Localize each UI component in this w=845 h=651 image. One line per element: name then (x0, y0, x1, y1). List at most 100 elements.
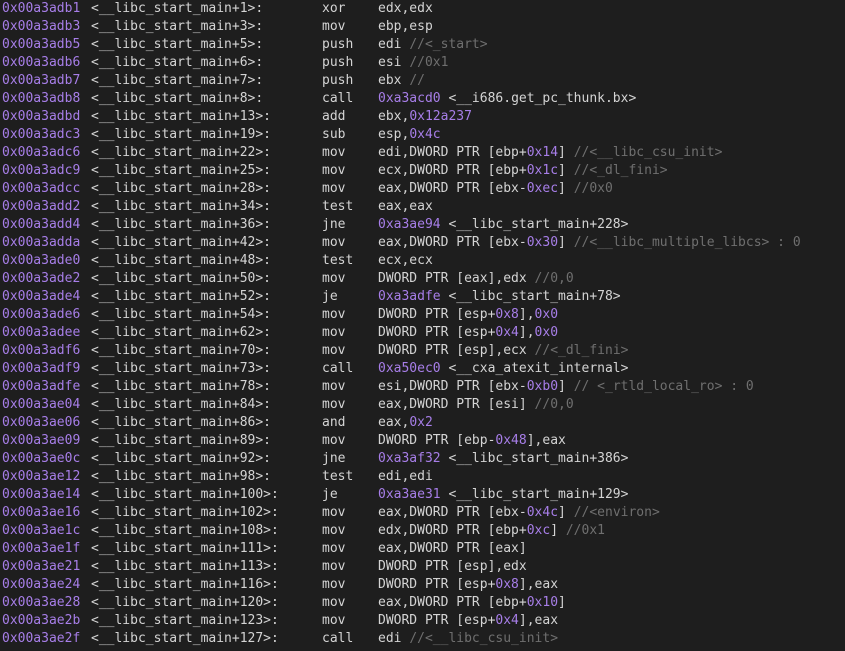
symbol-offset: <__libc_start_main+42>: (91, 235, 272, 250)
symbol-offset: <__libc_start_main+7>: (91, 73, 264, 88)
instruction-row[interactable]: 0x00a3ae06 <__libc_start_main+86>: and eax,… (0, 414, 845, 432)
operand-text: DWORD PTR [esp+ (378, 325, 496, 340)
instruction-address: 0x00a3adc3 (2, 127, 81, 142)
symbol-offset: <__libc_start_main+13>: (91, 109, 272, 124)
operand-number: 0x12a237 (409, 109, 472, 124)
instruction-address: 0x00a3adb5 (2, 37, 81, 52)
symbol-offset: <__libc_start_main+89>: (91, 433, 272, 448)
operands: 0xa3af32 <__libc_start_main+386> (378, 450, 628, 468)
instruction-row[interactable]: 0x00a3adda <__libc_start_main+42>: mov eax,… (0, 234, 845, 252)
operands: 0xa50ec0 <__cxa_atexit_internal> (378, 360, 628, 378)
operand-comment: //0x1 (409, 55, 449, 70)
instruction-row[interactable]: 0x00a3ae1c <__libc_start_main+108>: mov edx… (0, 522, 845, 540)
operands: ebx // (378, 72, 425, 90)
instruction-address: 0x00a3adda (2, 235, 81, 250)
instruction-row[interactable]: 0x00a3ae12 <__libc_start_main+98>: test edi… (0, 468, 845, 486)
instruction-row[interactable]: 0x00a3ae2b <__libc_start_main+123>: mov DWO… (0, 612, 845, 630)
operand-number: 0xa3af32 (378, 451, 441, 466)
mnemonic: mov (322, 235, 346, 250)
operand-comment: //0,0 (534, 397, 574, 412)
mnemonic: push (322, 55, 354, 70)
mnemonic: mov (322, 577, 346, 592)
operands: 0xa3ae31 <__libc_start_main+129> (378, 486, 628, 504)
symbol-offset: <__libc_start_main+28>: (91, 181, 272, 196)
instruction-row[interactable]: 0x00a3ae21 <__libc_start_main+113>: mov DWO… (0, 558, 845, 576)
mnemonic: call (322, 361, 354, 376)
instruction-address: 0x00a3ade6 (2, 307, 81, 322)
symbol-offset: <__libc_start_main+113>: (91, 559, 279, 574)
symbol-offset: <__libc_start_main+100>: (91, 487, 279, 502)
operand-comment: //<__libc_multiple_libcs> : 0 (573, 235, 801, 250)
operand-number: 0xec (526, 181, 559, 196)
mnemonic: mov (322, 397, 346, 412)
instruction-row[interactable]: 0x00a3ae14 <__libc_start_main+100>: je 0xa3… (0, 486, 845, 504)
instruction-row[interactable]: 0x00a3adb3 <__libc_start_main+3>: mov ebp,e… (0, 18, 845, 36)
mnemonic: mov (322, 181, 346, 196)
operands: DWORD PTR [eax],edx //0,0 (378, 270, 574, 288)
instruction-row[interactable]: 0x00a3ade2 <__libc_start_main+50>: mov DWOR… (0, 270, 845, 288)
operand-number: 0xa50ec0 (378, 361, 441, 376)
instruction-row[interactable]: 0x00a3ade4 <__libc_start_main+52>: je 0xa3a… (0, 288, 845, 306)
instruction-row[interactable]: 0x00a3adc6 <__libc_start_main+22>: mov edi,… (0, 144, 845, 162)
disassembly-view: 0x00a3adb1 <__libc_start_main+1>: xor edx,e… (0, 0, 845, 651)
mnemonic: mov (322, 559, 346, 574)
operands: edi //<_start> (378, 36, 488, 54)
instruction-row[interactable]: 0x00a3ae2f <__libc_start_main+127>: call ed… (0, 630, 845, 648)
instruction-row[interactable]: 0x00a3add2 <__libc_start_main+34>: test eax… (0, 198, 845, 216)
operands: esi //0x1 (378, 54, 448, 72)
symbol-offset: <__libc_start_main+52>: (91, 289, 272, 304)
instruction-row[interactable]: 0x00a3adcc <__libc_start_main+28>: mov eax,… (0, 180, 845, 198)
mnemonic: mov (322, 379, 346, 394)
operand-text: DWORD PTR [ebp- (378, 433, 496, 448)
operand-number: 0x4c (526, 505, 559, 520)
instruction-row[interactable]: 0x00a3adee <__libc_start_main+62>: mov DWOR… (0, 324, 845, 342)
instruction-row[interactable]: 0x00a3ae16 <__libc_start_main+102>: mov eax… (0, 504, 845, 522)
symbol-offset: <__libc_start_main+78>: (91, 379, 272, 394)
instruction-row[interactable]: 0x00a3ae24 <__libc_start_main+116>: mov DWO… (0, 576, 845, 594)
instruction-row[interactable]: 0x00a3adf6 <__libc_start_main+70>: mov DWOR… (0, 342, 845, 360)
instruction-address: 0x00a3adcc (2, 181, 81, 196)
instruction-row[interactable]: 0x00a3adbd <__libc_start_main+13>: add ebx,… (0, 108, 845, 126)
symbol-offset: <__libc_start_main+116>: (91, 577, 279, 592)
symbol-offset: <__libc_start_main+111>: (91, 541, 279, 556)
symbol-offset: <__libc_start_main+120>: (91, 595, 279, 610)
operands: DWORD PTR [esp+0x8],eax (378, 576, 558, 594)
instruction-row[interactable]: 0x00a3ae09 <__libc_start_main+89>: mov DWOR… (0, 432, 845, 450)
instruction-row[interactable]: 0x00a3adc3 <__libc_start_main+19>: sub esp,… (0, 126, 845, 144)
symbol-offset: <__libc_start_main+108>: (91, 523, 279, 538)
instruction-row[interactable]: 0x00a3add4 <__libc_start_main+36>: jne 0xa3… (0, 216, 845, 234)
mnemonic: je (322, 289, 338, 304)
instruction-row[interactable]: 0x00a3adfe <__libc_start_main+78>: mov esi,… (0, 378, 845, 396)
instruction-row[interactable]: 0x00a3adb5 <__libc_start_main+5>: push edi … (0, 36, 845, 54)
instruction-row[interactable]: 0x00a3adc9 <__libc_start_main+25>: mov ecx,… (0, 162, 845, 180)
instruction-row[interactable]: 0x00a3ae1f <__libc_start_main+111>: mov eax… (0, 540, 845, 558)
instruction-row[interactable]: 0x00a3ae28 <__libc_start_main+120>: mov eax… (0, 594, 845, 612)
operand-text: eax,DWORD PTR [ebp+ (378, 595, 527, 610)
symbol-offset: <__libc_start_main+48>: (91, 253, 272, 268)
operand-text: DWORD PTR [esp+ (378, 577, 496, 592)
instruction-row[interactable]: 0x00a3ade6 <__libc_start_main+54>: mov DWOR… (0, 306, 845, 324)
instruction-address: 0x00a3adee (2, 325, 81, 340)
instruction-row[interactable]: 0x00a3adb7 <__libc_start_main+7>: push ebx … (0, 72, 845, 90)
operand-text: edi (378, 631, 410, 646)
operand-number: 0xa3ae94 (378, 217, 441, 232)
operand-text: DWORD PTR [esp+ (378, 307, 496, 322)
instruction-row[interactable]: 0x00a3adb8 <__libc_start_main+8>: call 0xa3… (0, 90, 845, 108)
operands: DWORD PTR [esp],ecx //<_dl_fini> (378, 342, 628, 360)
instruction-row[interactable]: 0x00a3adf9 <__libc_start_main+73>: call 0xa… (0, 360, 845, 378)
operand-text: ],eax (526, 433, 566, 448)
instruction-row[interactable]: 0x00a3ade0 <__libc_start_main+48>: test ecx… (0, 252, 845, 270)
operand-text: ecx,DWORD PTR [ebp+ (378, 163, 527, 178)
operand-number: 0xa3acd0 (378, 91, 441, 106)
operand-text: DWORD PTR [esp+ (378, 613, 496, 628)
instruction-row[interactable]: 0x00a3ae0c <__libc_start_main+92>: jne 0xa3… (0, 450, 845, 468)
mnemonic: add (322, 109, 346, 124)
instruction-row[interactable]: 0x00a3ae04 <__libc_start_main+84>: mov eax,… (0, 396, 845, 414)
operands: eax,DWORD PTR [eax] (378, 540, 527, 558)
instruction-row[interactable]: 0x00a3adb6 <__libc_start_main+6>: push esi … (0, 54, 845, 72)
instruction-row[interactable]: 0x00a3adb1 <__libc_start_main+1>: xor edx,e… (0, 0, 845, 18)
instruction-address: 0x00a3adf6 (2, 343, 81, 358)
operand-text: ] (558, 379, 574, 394)
operand-text: esi (378, 55, 410, 70)
mnemonic: mov (322, 343, 346, 358)
